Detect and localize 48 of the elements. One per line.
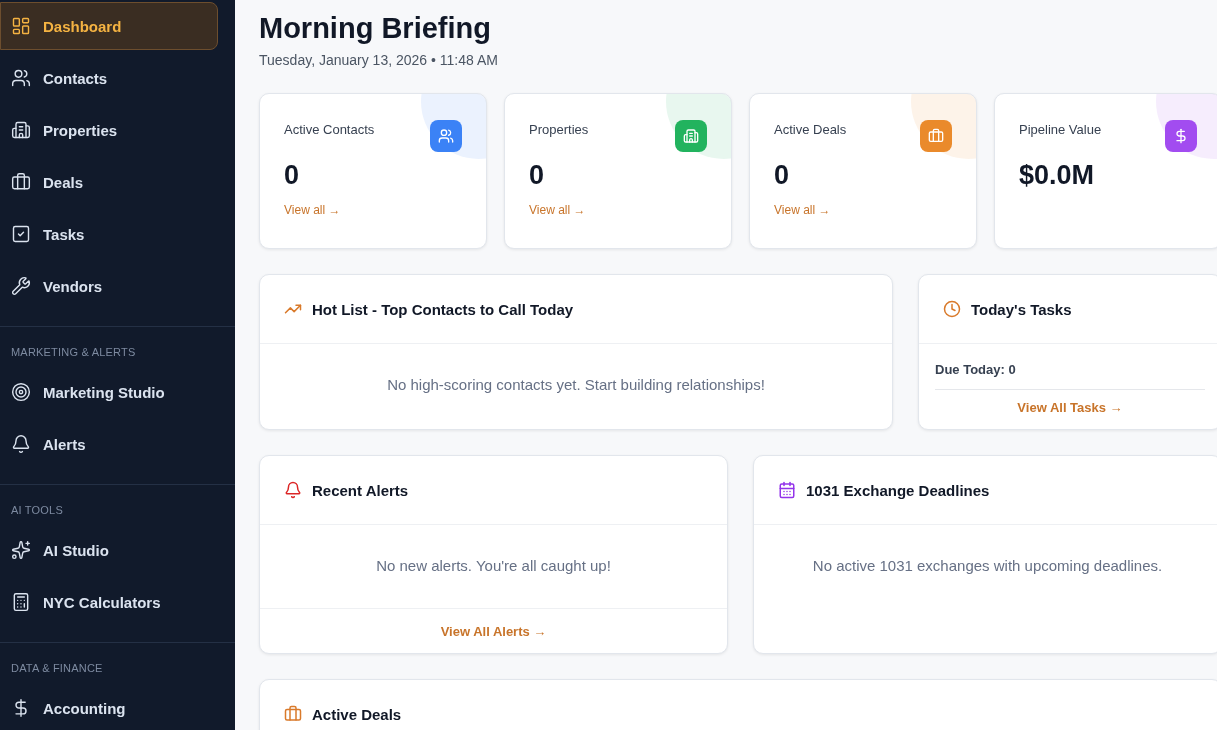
- sidebar-item[interactable]: Dashboard: [0, 2, 218, 50]
- sidebar-item[interactable]: Marketing Studio: [0, 368, 218, 416]
- panel-title: 1031 Exchange Deadlines: [806, 481, 990, 499]
- section-label: DATA & FINANCE: [10, 661, 104, 676]
- sidebar-item[interactable]: AI Studio: [0, 526, 218, 574]
- view-all-link[interactable]: View all →: [774, 203, 831, 217]
- stat-title: Active Deals: [774, 122, 847, 137]
- wrench-icon: [11, 276, 31, 296]
- briefcase-icon: [11, 172, 31, 192]
- section-label: AI TOOLS: [10, 503, 64, 518]
- sidebar-item[interactable]: Deals: [0, 158, 218, 206]
- sidebar-item[interactable]: Properties: [0, 106, 218, 154]
- page-title: Morning Briefing: [259, 11, 492, 46]
- panel-title: Today's Tasks: [971, 300, 1072, 318]
- empty-message: No new alerts. You're all caught up!: [375, 556, 612, 576]
- due-today-count: Due Today: 0: [935, 362, 1205, 390]
- view-all-tasks-link[interactable]: View All Tasks →: [1017, 400, 1123, 415]
- panel-title: Hot List - Top Contacts to Call Today: [312, 300, 574, 318]
- view-all-link[interactable]: View All Alerts →: [440, 623, 547, 639]
- stat-title: Active Contacts: [284, 122, 375, 137]
- calculator-icon: [11, 592, 31, 612]
- empty-message: No active 1031 exchanges with upcoming deadlines.: [811, 556, 1164, 576]
- section-label: MARKETING & ALERTS: [10, 345, 137, 360]
- target-icon: [11, 382, 31, 402]
- building-icon: [11, 120, 31, 140]
- view-all-link[interactable]: View all →: [284, 203, 341, 217]
- stat-title: Pipeline Value: [1019, 122, 1102, 137]
- sparkles-icon: [11, 540, 31, 560]
- sidebar-item[interactable]: Alerts: [0, 420, 218, 468]
- stat-title: Properties: [529, 122, 589, 137]
- panel-title: Recent Alerts: [312, 481, 409, 499]
- date-time: Tuesday, January 13, 2026 • 11:48 AM: [259, 52, 499, 68]
- stat-value: 0: [529, 160, 546, 191]
- dashboard-icon: [11, 16, 31, 36]
- stat-value: $0.0M: [1019, 160, 1096, 191]
- empty-message: No high-scoring contacts yet. Start building relationships!: [386, 375, 766, 395]
- panel-title: Active Deals: [312, 705, 402, 723]
- sidebar-item[interactable]: Tasks: [0, 210, 218, 258]
- users-icon: [11, 68, 31, 88]
- bell-icon: [11, 434, 31, 454]
- sidebar-item[interactable]: Accounting: [0, 684, 218, 730]
- sidebar-item[interactable]: NYC Calculators: [0, 578, 218, 626]
- stat-value: 0: [284, 160, 301, 191]
- view-all-link[interactable]: View all →: [529, 203, 586, 217]
- sidebar-item[interactable]: Vendors: [0, 262, 218, 310]
- checkbox-icon: [11, 224, 31, 244]
- stat-value: 0: [774, 160, 791, 191]
- sidebar-item[interactable]: Contacts: [0, 54, 218, 102]
